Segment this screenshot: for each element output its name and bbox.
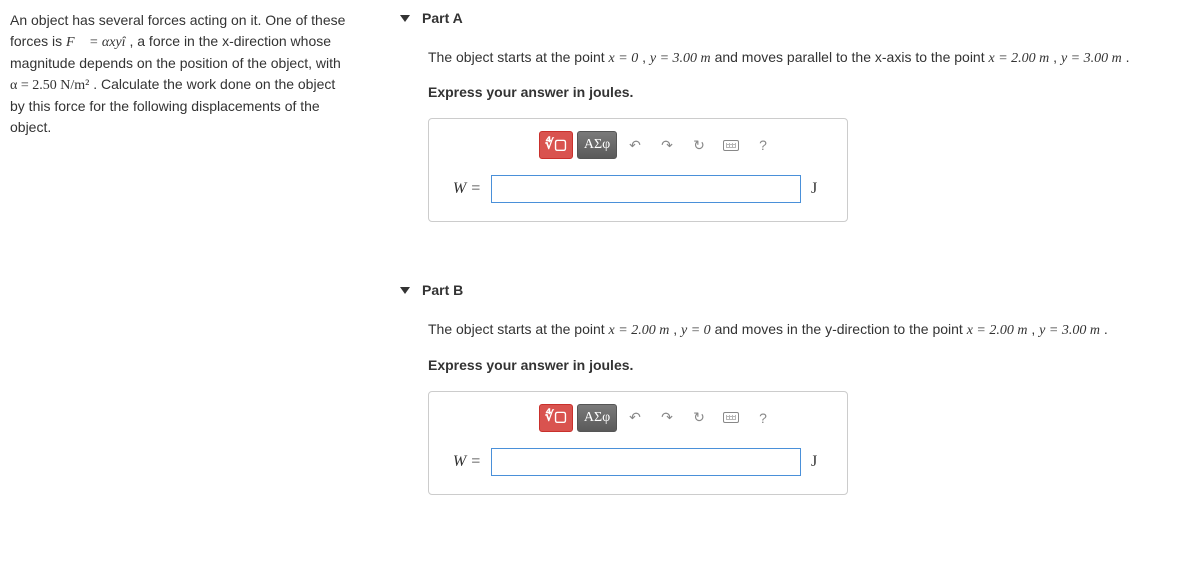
greek-symbols-button[interactable]: ΑΣφ [577, 404, 617, 432]
reset-button[interactable]: ↻ [685, 131, 713, 159]
part-a-answer-box: ∜▢ ΑΣφ ↶ ↷ ↻ ? W = J [428, 118, 848, 222]
part-b-answer-label: W = [447, 453, 481, 471]
part-a-question: The object starts at the point x = 0 , y… [428, 46, 1177, 70]
part-a-title: Part A [422, 10, 463, 26]
part-b-answer-input[interactable] [491, 448, 801, 476]
undo-button[interactable]: ↶ [621, 404, 649, 432]
part-b-question: The object starts at the point x = 2.00 … [428, 318, 1177, 342]
greek-symbols-button[interactable]: ΑΣφ [577, 131, 617, 159]
problem-statement: An object has several forces acting on i… [0, 0, 370, 587]
part-b-answer-box: ∜▢ ΑΣφ ↶ ↷ ↻ ? W = J [428, 391, 848, 495]
help-button[interactable]: ? [749, 404, 777, 432]
part-a-instruction: Express your answer in joules. [428, 84, 1177, 100]
part-b-unit: J [811, 453, 829, 471]
part-a-answer-input[interactable] [491, 175, 801, 203]
redo-button[interactable]: ↷ [653, 131, 681, 159]
part-a-body: The object starts at the point x = 0 , y… [400, 46, 1177, 222]
part-a-answer-label: W = [447, 180, 481, 198]
part-b-toolbar: ∜▢ ΑΣφ ↶ ↷ ↻ ? [467, 404, 849, 432]
keyboard-button[interactable] [717, 131, 745, 159]
reset-button[interactable]: ↻ [685, 404, 713, 432]
redo-button[interactable]: ↷ [653, 404, 681, 432]
keyboard-icon [723, 412, 739, 423]
part-a-header[interactable]: Part A [400, 10, 1177, 26]
keyboard-button[interactable] [717, 404, 745, 432]
parts-panel: Part A The object starts at the point x … [370, 0, 1187, 587]
equation-editor-button[interactable]: ∜▢ [539, 404, 573, 432]
part-a-unit: J [811, 180, 829, 198]
caret-down-icon [400, 15, 410, 22]
part-a-toolbar: ∜▢ ΑΣφ ↶ ↷ ↻ ? [467, 131, 849, 159]
part-a: Part A The object starts at the point x … [400, 10, 1177, 222]
caret-down-icon [400, 287, 410, 294]
part-b-body: The object starts at the point x = 2.00 … [400, 318, 1177, 494]
help-button[interactable]: ? [749, 131, 777, 159]
part-b-instruction: Express your answer in joules. [428, 357, 1177, 373]
equation-editor-button[interactable]: ∜▢ [539, 131, 573, 159]
part-b: Part B The object starts at the point x … [400, 282, 1177, 494]
part-b-header[interactable]: Part B [400, 282, 1177, 298]
part-a-answer-row: W = J [447, 175, 829, 203]
problem-force-expr: F⃗ = αxyî [66, 35, 126, 50]
problem-alpha-value: α = 2.50 N/m² [10, 78, 89, 93]
part-b-title: Part B [422, 282, 463, 298]
part-b-answer-row: W = J [447, 448, 829, 476]
keyboard-icon [723, 140, 739, 151]
undo-button[interactable]: ↶ [621, 131, 649, 159]
